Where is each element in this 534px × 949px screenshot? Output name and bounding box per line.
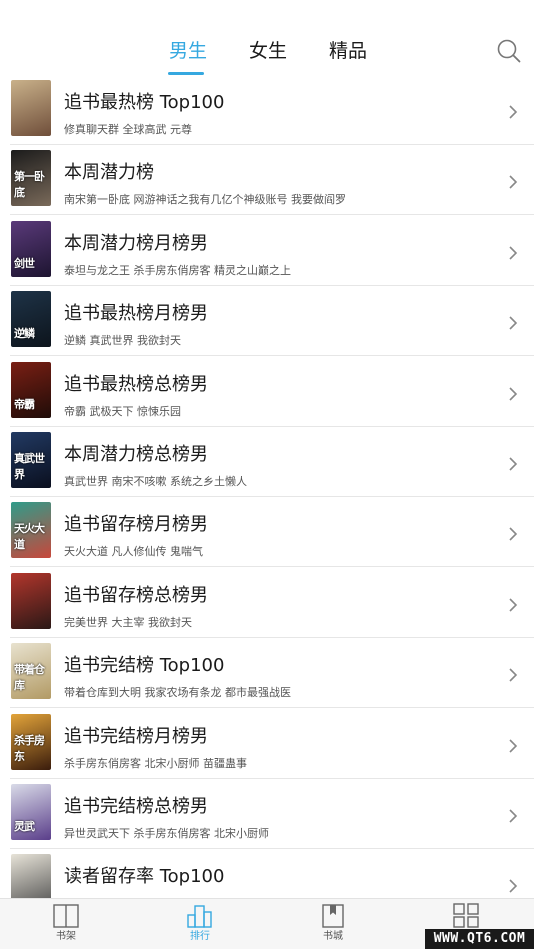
ranking-top-books: 杀手房东俏房客 北宋小厨师 苗疆蛊事 — [64, 756, 247, 770]
chevron-right-icon — [507, 597, 519, 612]
chevron-right-icon — [507, 104, 519, 119]
ranking-title: 本周潜力榜 — [64, 162, 154, 184]
chevron-right-icon — [507, 878, 519, 893]
ranking-row[interactable]: 读者留存率 Top100 — [0, 849, 534, 898]
ranking-top-books: 带着仓库到大明 我家农场有条龙 都市最强战医 — [64, 686, 291, 700]
chevron-right-icon — [507, 526, 519, 541]
ranking-title: 追书最热榜 Top100 — [64, 92, 225, 113]
chevron-right-icon — [507, 315, 519, 330]
chevron-right-icon — [507, 667, 519, 682]
chevron-right-icon — [507, 738, 519, 753]
ranking-top-books: 异世灵武天下 杀手房东俏房客 北宋小厨师 — [64, 827, 269, 840]
book-cover: 第一卧底 — [11, 150, 51, 207]
book-cover — [11, 80, 51, 136]
search-icon[interactable] — [496, 38, 522, 64]
ranking-row[interactable]: 杀手房东 追书完结榜月榜男杀手房东俏房客 北宋小厨师 苗疆蛊事 — [0, 709, 534, 779]
nav-bookshelf[interactable]: 书架 — [26, 899, 106, 949]
ranking-title: 追书最热榜总榜男 — [64, 373, 208, 395]
chevron-right-icon — [507, 245, 519, 260]
book-cover: 灵武 — [11, 784, 51, 840]
ranking-title: 本周潜力榜月榜男 — [64, 232, 208, 254]
book-cover-title: 剑世 — [14, 256, 35, 270]
ranking-row[interactable]: 帝霸 追书最热榜总榜男帝霸 武极天下 惊悚乐园 — [0, 357, 534, 427]
book-cover: 帝霸 — [11, 361, 51, 418]
ranking-icon — [185, 903, 215, 929]
ranking-row[interactable]: 剑世 本周潜力榜月榜男泰坦与龙之王 杀手房东俏房客 精灵之山巅之上 — [0, 216, 534, 286]
nav-bookstore[interactable]: 书城 — [293, 899, 373, 949]
book-cover: 剑世 — [11, 220, 51, 277]
ranking-row[interactable]: 带着仓库 追书完结榜 Top100 带着仓库到大明 我家农场有条龙 都市最强战医 — [0, 638, 534, 709]
ranking-title: 本周潜力榜总榜男 — [64, 444, 208, 465]
ranking-top-books: 完美世界 大主宰 我欲封天 — [64, 615, 192, 629]
book-cover-title: 真武世界 — [14, 452, 45, 481]
book-cover: 带着仓库 — [11, 643, 51, 700]
book-cover: 天火大道 — [11, 502, 51, 559]
ranking-top-books: 逆鳞 真武世界 我欲封天 — [64, 334, 181, 348]
tab-premium[interactable]: 精品 — [329, 38, 367, 64]
ranking-top-books: 天火大道 凡人修仙传 鬼喘气 — [64, 545, 203, 559]
ranking-title: 追书完结榜总榜男 — [64, 796, 208, 817]
chevron-right-icon — [507, 808, 519, 823]
ranking-title: 追书完结榜月榜男 — [64, 725, 208, 747]
ranking-row[interactable]: 真武世界 本周潜力榜总榜男真武世界 南宋不咳嗽 系统之乡土懒人 — [0, 427, 534, 497]
nav-ranking[interactable]: 排行 — [160, 899, 240, 949]
chevron-right-icon — [507, 456, 519, 471]
nav-bookstore-label: 书城 — [323, 931, 343, 942]
bookshelf-icon — [51, 903, 81, 929]
chevron-right-icon — [507, 386, 519, 401]
ranking-title: 追书留存榜总榜男 — [64, 584, 208, 606]
ranking-top-books: 泰坦与龙之王 杀手房东俏房客 精灵之山巅之上 — [64, 263, 291, 277]
ranking-list: 追书最热榜 Top100 修真聊天群 全球高武 元尊第一卧底 本周潜力榜南宋第一卧底… — [0, 75, 534, 898]
book-cover-title: 杀手房东 — [14, 733, 45, 763]
book-cover-title: 帝霸 — [14, 397, 35, 411]
ranking-top-books: 真武世界 南宋不咳嗽 系统之乡土懒人 — [64, 475, 247, 488]
ranking-title: 追书留存榜月榜男 — [64, 514, 208, 536]
book-cover: 杀手房东 — [11, 713, 51, 770]
ranking-row[interactable]: 第一卧底 本周潜力榜南宋第一卧底 网游神话之我有几亿个神级账号 我要做阎罗 — [0, 145, 534, 216]
book-cover-title: 带着仓库 — [14, 663, 45, 693]
ranking-title: 追书最热榜月榜男 — [64, 303, 208, 325]
book-cover-title: 天火大道 — [14, 522, 45, 552]
ranking-title: 追书完结榜 Top100 — [64, 655, 225, 677]
gender-tabs: 男生 女生 精品 — [0, 38, 534, 75]
book-cover — [11, 572, 51, 629]
ranking-top-books: 修真聊天群 全球高武 元尊 — [64, 123, 192, 136]
ranking-top-books: 帝霸 武极天下 惊悚乐园 — [64, 404, 181, 418]
ranking-row[interactable]: 追书留存榜总榜男完美世界 大主宰 我欲封天 — [0, 568, 534, 638]
top-bar: 男生 女生 精品 — [0, 0, 534, 78]
chevron-right-icon — [507, 174, 519, 189]
book-cover: 真武世界 — [11, 432, 51, 488]
watermark: WWW.QT6.COM — [425, 929, 534, 949]
nav-ranking-label: 排行 — [190, 931, 210, 942]
tab-female[interactable]: 女生 — [249, 38, 287, 64]
book-cover-title: 灵武 — [14, 820, 35, 833]
ranking-title: 读者留存率 Top100 — [64, 866, 225, 888]
book-cover-title: 逆鳞 — [14, 327, 35, 341]
ranking-row[interactable]: 逆鳞 追书最热榜月榜男逆鳞 真武世界 我欲封天 — [0, 286, 534, 357]
ranking-row[interactable]: 灵武 追书完结榜总榜男异世灵武天下 杀手房东俏房客 北宋小厨师 — [0, 779, 534, 849]
book-cover-title: 第一卧底 — [14, 170, 45, 200]
grid-icon — [451, 903, 481, 929]
ranking-row[interactable]: 天火大道 追书留存榜月榜男天火大道 凡人修仙传 鬼喘气 — [0, 497, 534, 568]
bookstore-icon — [318, 903, 348, 929]
ranking-row[interactable]: 追书最热榜 Top100 修真聊天群 全球高武 元尊 — [0, 75, 534, 145]
book-cover: 逆鳞 — [11, 291, 51, 348]
ranking-top-books: 南宋第一卧底 网游神话之我有几亿个神级账号 我要做阎罗 — [64, 193, 346, 207]
nav-bookshelf-label: 书架 — [56, 931, 76, 942]
tab-male[interactable]: 男生 — [169, 38, 207, 64]
book-cover — [11, 854, 51, 898]
